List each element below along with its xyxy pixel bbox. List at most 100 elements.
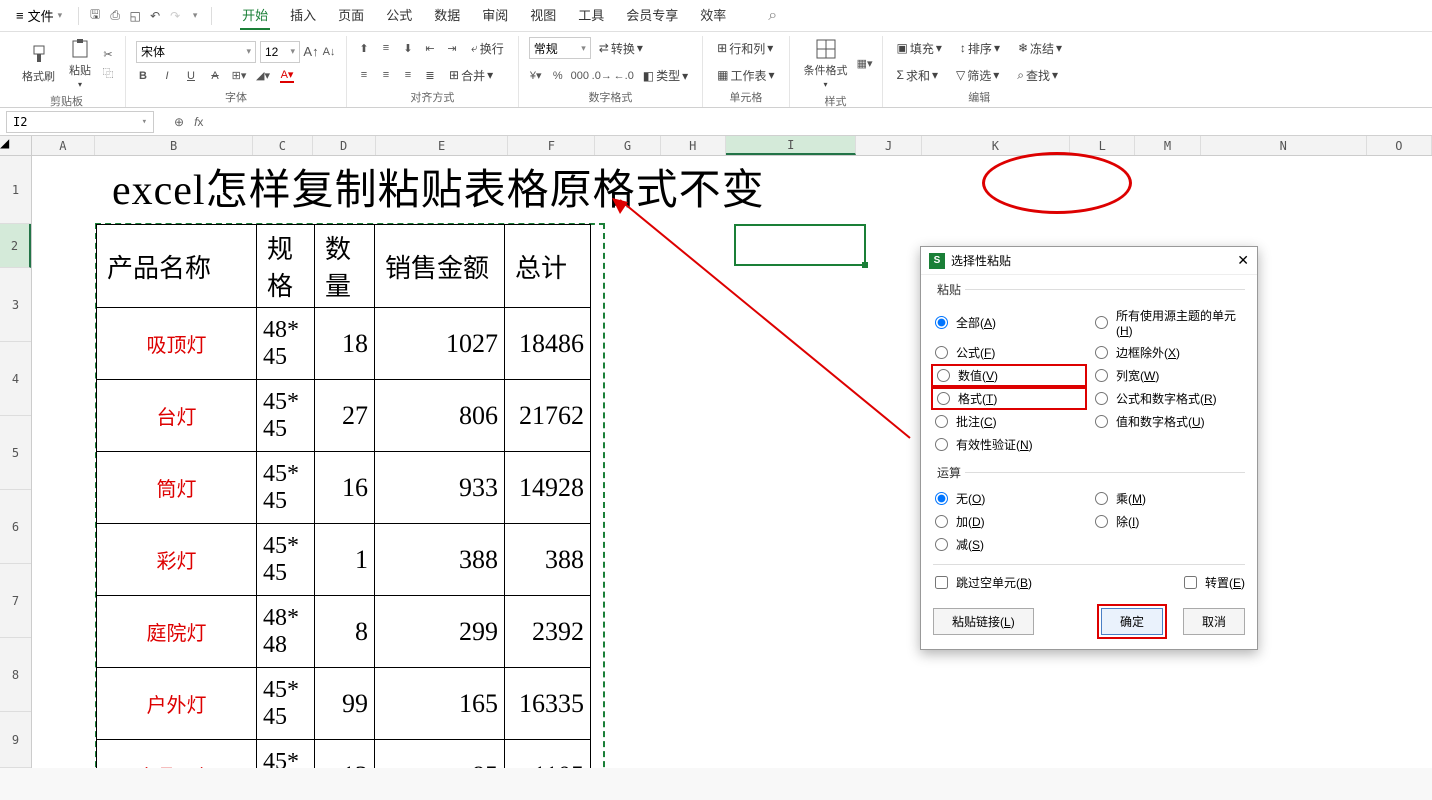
tab-视图[interactable]: 视图 [528, 1, 558, 30]
align-top-icon[interactable]: ⬆ [357, 41, 371, 55]
col-header-F[interactable]: F [508, 136, 595, 155]
fill-color-icon[interactable]: ◢▾ [256, 69, 270, 83]
col-header-H[interactable]: H [661, 136, 726, 155]
freeze-button[interactable]: ❄冻结▾ [1014, 38, 1066, 59]
dialog-titlebar[interactable]: S 选择性粘贴 ✕ [921, 247, 1257, 275]
paste-option[interactable]: 公式和数字格式(R) [1093, 389, 1245, 408]
paste-link-button[interactable]: 粘贴链接(L) [933, 608, 1034, 635]
cut-icon[interactable]: ✂ [101, 48, 115, 62]
col-header-C[interactable]: C [253, 136, 312, 155]
chevron-down-icon[interactable]: ▾ [187, 8, 203, 24]
comma-icon[interactable]: 000 [573, 69, 587, 83]
decrease-font-icon[interactable]: A↓ [322, 45, 336, 59]
paste-option[interactable]: 数值(V) [931, 364, 1087, 387]
file-menu[interactable]: ≡ 文件 ▾ [8, 4, 70, 27]
indent-inc-icon[interactable]: ⇥ [445, 41, 459, 55]
bold-icon[interactable]: B [136, 69, 150, 83]
row-header-4[interactable]: 4 [0, 342, 31, 416]
percent-icon[interactable]: % [551, 69, 565, 83]
col-header-B[interactable]: B [95, 136, 253, 155]
worksheet-button[interactable]: ▦工作表▾ [713, 65, 778, 86]
col-header-D[interactable]: D [313, 136, 376, 155]
tab-会员专享[interactable]: 会员专享 [624, 1, 680, 30]
tab-工具[interactable]: 工具 [576, 1, 606, 30]
row-header-2[interactable]: 2 [0, 224, 31, 268]
col-header-A[interactable]: A [32, 136, 95, 155]
skip-blanks-checkbox[interactable]: 跳过空单元(B) [933, 573, 1032, 592]
preview-icon[interactable]: ◱ [127, 8, 143, 24]
tab-插入[interactable]: 插入 [288, 1, 318, 30]
type-button[interactable]: ◧类型▾ [639, 65, 692, 86]
paste-option[interactable]: 边框除外(X) [1093, 343, 1245, 362]
paste-option[interactable]: 批注(C) [933, 412, 1085, 431]
tab-审阅[interactable]: 审阅 [480, 1, 510, 30]
tab-公式[interactable]: 公式 [384, 1, 414, 30]
col-header-K[interactable]: K [922, 136, 1070, 155]
print-icon[interactable]: ⎙ [107, 8, 123, 24]
close-icon[interactable]: ✕ [1237, 252, 1249, 269]
dec-dec-icon[interactable]: ←.0 [617, 69, 631, 83]
row-header-3[interactable]: 3 [0, 268, 31, 342]
border-icon[interactable]: ⊞▾ [232, 69, 246, 83]
undo-icon[interactable]: ↶ [147, 8, 163, 24]
row-header-6[interactable]: 6 [0, 490, 31, 564]
strikethrough-icon[interactable]: A [208, 69, 222, 83]
calc-option[interactable]: 乘(M) [1093, 489, 1245, 508]
dec-inc-icon[interactable]: .0→ [595, 69, 609, 83]
increase-font-icon[interactable]: A↑ [304, 45, 318, 59]
row-header-7[interactable]: 7 [0, 564, 31, 638]
tab-数据[interactable]: 数据 [432, 1, 462, 30]
paste-option[interactable] [1093, 435, 1245, 454]
col-header-N[interactable]: N [1201, 136, 1367, 155]
col-header-M[interactable]: M [1135, 136, 1200, 155]
tab-开始[interactable]: 开始 [240, 1, 270, 30]
font-name-select[interactable]: 宋体▾ [136, 41, 256, 63]
row-header-1[interactable]: 1 [0, 156, 31, 224]
align-right-icon[interactable]: ≡ [401, 68, 415, 82]
justify-icon[interactable]: ≣ [423, 68, 437, 82]
col-header-I[interactable]: I [726, 136, 857, 155]
col-header-E[interactable]: E [376, 136, 509, 155]
format-table-icon[interactable]: ▦▾ [858, 57, 872, 71]
merge-button[interactable]: ⊞合并▾ [445, 65, 497, 86]
number-format-select[interactable]: 常规▾ [529, 37, 591, 59]
calc-option[interactable]: 无(O) [933, 489, 1085, 508]
sum-button[interactable]: Σ求和▾ [893, 65, 942, 86]
redo-icon[interactable]: ↷ [167, 8, 183, 24]
align-center-icon[interactable]: ≡ [379, 68, 393, 82]
active-cell[interactable] [734, 224, 866, 266]
convert-button[interactable]: ⇄转换▾ [595, 38, 647, 59]
fx-icon[interactable]: fx [194, 115, 203, 129]
format-painter-button[interactable]: 格式刷 [18, 42, 59, 86]
col-header-J[interactable]: J [856, 136, 921, 155]
name-box[interactable]: I2▾ [6, 111, 154, 133]
filter-button[interactable]: ▽筛选▾ [952, 65, 1003, 86]
align-middle-icon[interactable]: ≡ [379, 41, 393, 55]
cancel-button[interactable]: 取消 [1183, 608, 1245, 635]
row-header-9[interactable]: 9 [0, 712, 31, 768]
paste-option[interactable]: 所有使用源主题的单元(H) [1093, 306, 1245, 339]
row-header-5[interactable]: 5 [0, 416, 31, 490]
align-bottom-icon[interactable]: ⬇ [401, 41, 415, 55]
paste-button[interactable]: 粘贴▾ [65, 36, 95, 91]
col-header-L[interactable]: L [1070, 136, 1135, 155]
calc-option[interactable]: 加(D) [933, 512, 1085, 531]
calc-option[interactable]: 减(S) [933, 535, 1085, 554]
paste-option[interactable]: 有效性验证(N) [933, 435, 1085, 454]
search-icon[interactable]: ⌕ [762, 5, 783, 27]
zoom-icon[interactable]: ⊕ [174, 115, 184, 129]
paste-option[interactable]: 公式(F) [933, 343, 1085, 362]
select-all-corner[interactable]: ◢ [0, 136, 32, 155]
paste-option[interactable]: 值和数字格式(U) [1093, 412, 1245, 431]
transpose-checkbox[interactable]: 转置(E) [1182, 573, 1245, 592]
italic-icon[interactable]: I [160, 69, 174, 83]
paste-option[interactable]: 格式(T) [931, 387, 1087, 410]
sort-button[interactable]: ↕排序▾ [956, 38, 1004, 59]
ok-button[interactable]: 确定 [1101, 608, 1163, 635]
calc-option[interactable]: 除(I) [1093, 512, 1245, 531]
paste-option[interactable]: 列宽(W) [1093, 366, 1245, 385]
calc-option[interactable] [1093, 535, 1245, 554]
paste-option[interactable]: 全部(A) [933, 306, 1085, 339]
row-header-8[interactable]: 8 [0, 638, 31, 712]
align-left-icon[interactable]: ≡ [357, 68, 371, 82]
